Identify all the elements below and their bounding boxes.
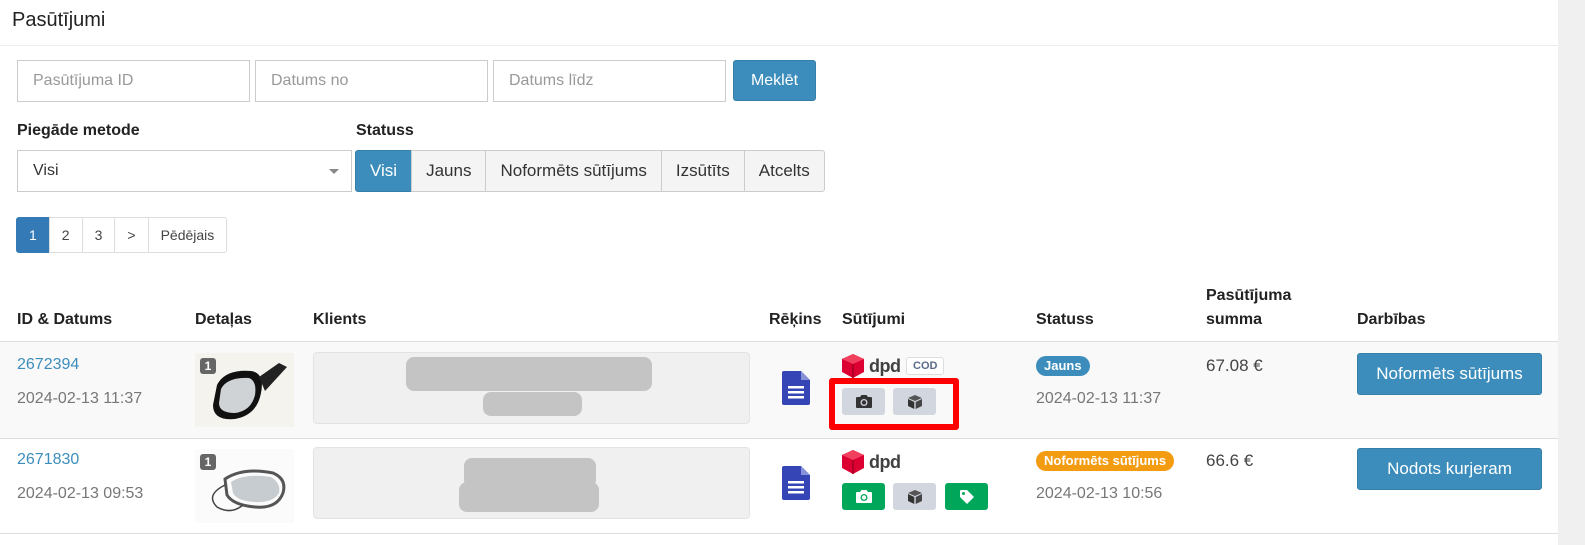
dpd-cube-icon [842, 354, 864, 378]
invoice-document-icon[interactable] [782, 371, 810, 405]
order-id-link[interactable]: 2671830 [17, 451, 79, 469]
redacted-block [406, 357, 652, 391]
dpd-cube-icon [842, 450, 864, 474]
item-count-badge: 1 [200, 358, 216, 374]
carrier-name: dpd [869, 355, 901, 376]
header-client: Klients [313, 311, 367, 328]
page-3[interactable]: 3 [81, 217, 116, 253]
status-badge: Noformēts sūtījums [1036, 451, 1175, 471]
client-info-redacted [313, 447, 750, 519]
delivery-method-value: Visi [33, 162, 59, 179]
page-title: Pasūtījumi [12, 9, 106, 31]
status-date: 2024-02-13 11:37 [1036, 390, 1162, 407]
item-count-badge: 1 [200, 454, 216, 470]
status-badge: Jauns [1036, 356, 1090, 376]
caret-down-icon [329, 169, 339, 174]
delivery-method-label: Piegāde metode [17, 122, 140, 139]
cod-badge: COD [906, 357, 945, 375]
order-date: 2024-02-13 11:37 [17, 390, 143, 407]
header-status: Statuss [1036, 311, 1094, 328]
camera-icon [855, 490, 872, 503]
status-filter-new[interactable]: Jauns [411, 150, 487, 192]
status-date: 2024-02-13 10:56 [1036, 485, 1163, 502]
page-header: Pasūtījumi [0, 0, 1558, 46]
status-filter-group: Visi Jauns Noformēts sūtījums Izsūtīts A… [355, 150, 825, 192]
page-2[interactable]: 2 [48, 217, 83, 253]
header-invoice: Rēķins [769, 311, 822, 328]
header-amount-line2: summa [1206, 311, 1263, 328]
order-amount: 66.6 € [1206, 451, 1254, 470]
pagination: 1 2 3 > Pēdējais [16, 217, 228, 253]
page-last[interactable]: Pēdējais [147, 217, 228, 253]
handed-to-courier-button[interactable]: Nodots kurjeram [1357, 448, 1542, 490]
header-id-date: ID & Datums [17, 311, 113, 328]
search-button[interactable]: Meklēt [733, 60, 816, 101]
status-filter-shipped[interactable]: Izsūtīts [660, 150, 745, 192]
header-amount-line1: Pasūtījuma [1206, 287, 1292, 304]
date-to-input[interactable] [493, 60, 726, 102]
delivery-method-select[interactable]: Visi [17, 150, 352, 192]
carrier-name: dpd [869, 451, 901, 472]
search-row: Meklēt [17, 60, 816, 102]
status-filter-label: Statuss [356, 122, 414, 139]
box-icon [907, 489, 922, 504]
photo-button[interactable] [842, 483, 885, 510]
redacted-block [483, 392, 582, 416]
dpd-carrier-logo: dpd [842, 450, 901, 474]
page-1[interactable]: 1 [16, 217, 50, 253]
header-actions: Darbības [1357, 311, 1426, 328]
label-button[interactable] [945, 483, 988, 510]
order-date: 2024-02-13 09:53 [17, 485, 144, 502]
package-button[interactable] [893, 483, 936, 510]
red-highlight-box [829, 378, 959, 430]
dpd-carrier-logo: dpd [842, 354, 901, 378]
orders-panel: Pasūtījumi Meklēt Piegāde metode Statuss… [0, 0, 1558, 545]
status-filter-shipment-prepared[interactable]: Noformēts sūtījums [485, 150, 662, 192]
order-id-input[interactable] [17, 60, 250, 102]
header-shipments: Sūtījumi [842, 311, 906, 328]
order-amount: 67.08 € [1206, 356, 1263, 375]
header-details: Detaļas [195, 311, 252, 328]
order-id-link[interactable]: 2672394 [17, 356, 79, 374]
redacted-block [459, 482, 599, 512]
date-from-input[interactable] [255, 60, 488, 102]
page-next[interactable]: > [114, 217, 149, 253]
client-info-redacted [313, 352, 750, 424]
mark-shipment-prepared-button[interactable]: Noformēts sūtījums [1357, 353, 1542, 395]
invoice-document-icon[interactable] [782, 466, 810, 500]
status-filter-all[interactable]: Visi [355, 150, 413, 192]
product-thumbnail[interactable]: 1 [195, 353, 294, 427]
product-thumbnail[interactable]: 1 [195, 449, 294, 523]
status-filter-cancelled[interactable]: Atcelts [743, 150, 825, 192]
tag-icon [959, 489, 974, 504]
